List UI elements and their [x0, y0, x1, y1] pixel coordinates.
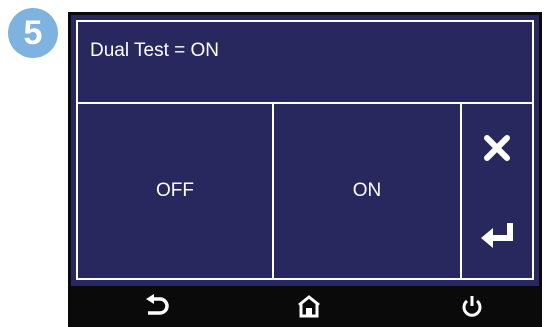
home-icon — [298, 295, 320, 318]
step-number: 5 — [23, 14, 43, 52]
setting-title: Dual Test = ON — [90, 40, 220, 61]
title-area: Dual Test = ON — [76, 20, 534, 104]
option-grid: OFF ON — [76, 102, 534, 280]
back-button[interactable] — [136, 292, 176, 320]
step-badge: 5 — [8, 8, 58, 58]
option-off-label: OFF — [156, 180, 194, 201]
back-arrow-icon — [146, 294, 169, 315]
enter-button[interactable] — [462, 191, 532, 278]
power-button[interactable] — [452, 292, 492, 320]
option-on-button[interactable]: ON — [274, 104, 462, 278]
close-icon — [484, 134, 510, 161]
device-panel: Dual Test = ON OFF ON — [68, 12, 542, 327]
power-icon — [462, 296, 482, 317]
enter-arrow-icon — [481, 222, 513, 248]
bottom-nav-bar — [68, 286, 542, 327]
side-button-column — [462, 104, 532, 278]
option-off-button[interactable]: OFF — [78, 104, 274, 278]
option-on-label: ON — [352, 180, 382, 201]
home-button[interactable] — [289, 292, 329, 320]
cancel-button[interactable] — [462, 104, 532, 191]
touch-screen: Dual Test = ON OFF ON — [71, 15, 539, 286]
